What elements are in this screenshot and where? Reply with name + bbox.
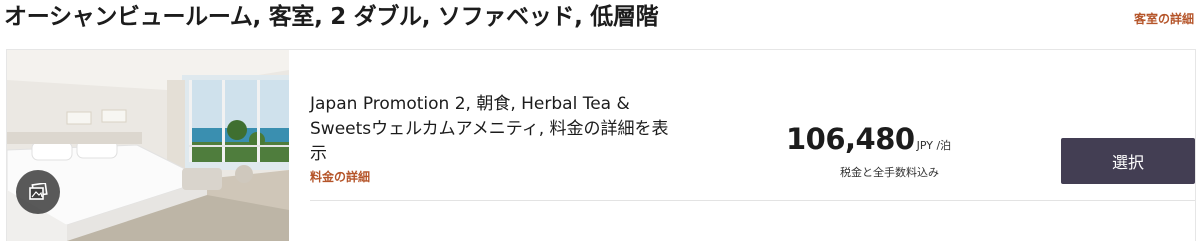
room-photo[interactable] bbox=[7, 50, 289, 241]
room-title: オーシャンビュールーム, 客室, 2 ダブル, ソファベッド, 低層階 bbox=[4, 4, 659, 30]
room-photo-image bbox=[7, 50, 289, 241]
price-block: 106,480 JPY /泊 bbox=[786, 122, 951, 156]
gallery-icon bbox=[29, 183, 48, 200]
rate-details-link[interactable]: 料金の詳細 bbox=[310, 168, 370, 185]
price-currency-unit: JPY /泊 bbox=[916, 139, 952, 152]
room-rate-card: Japan Promotion 2, 朝食, Herbal Tea & Swee… bbox=[6, 49, 1196, 241]
rate-name: Japan Promotion 2, 朝食, Herbal Tea & Swee… bbox=[310, 94, 669, 164]
price-amount: 106,480 bbox=[786, 122, 915, 156]
divider bbox=[310, 200, 1195, 201]
gallery-button[interactable] bbox=[16, 170, 60, 214]
select-button[interactable]: 選択 bbox=[1061, 138, 1195, 184]
tax-note: 税金と全手数料込み bbox=[840, 166, 939, 179]
room-details-link[interactable]: 客室の詳細 bbox=[1134, 10, 1194, 27]
